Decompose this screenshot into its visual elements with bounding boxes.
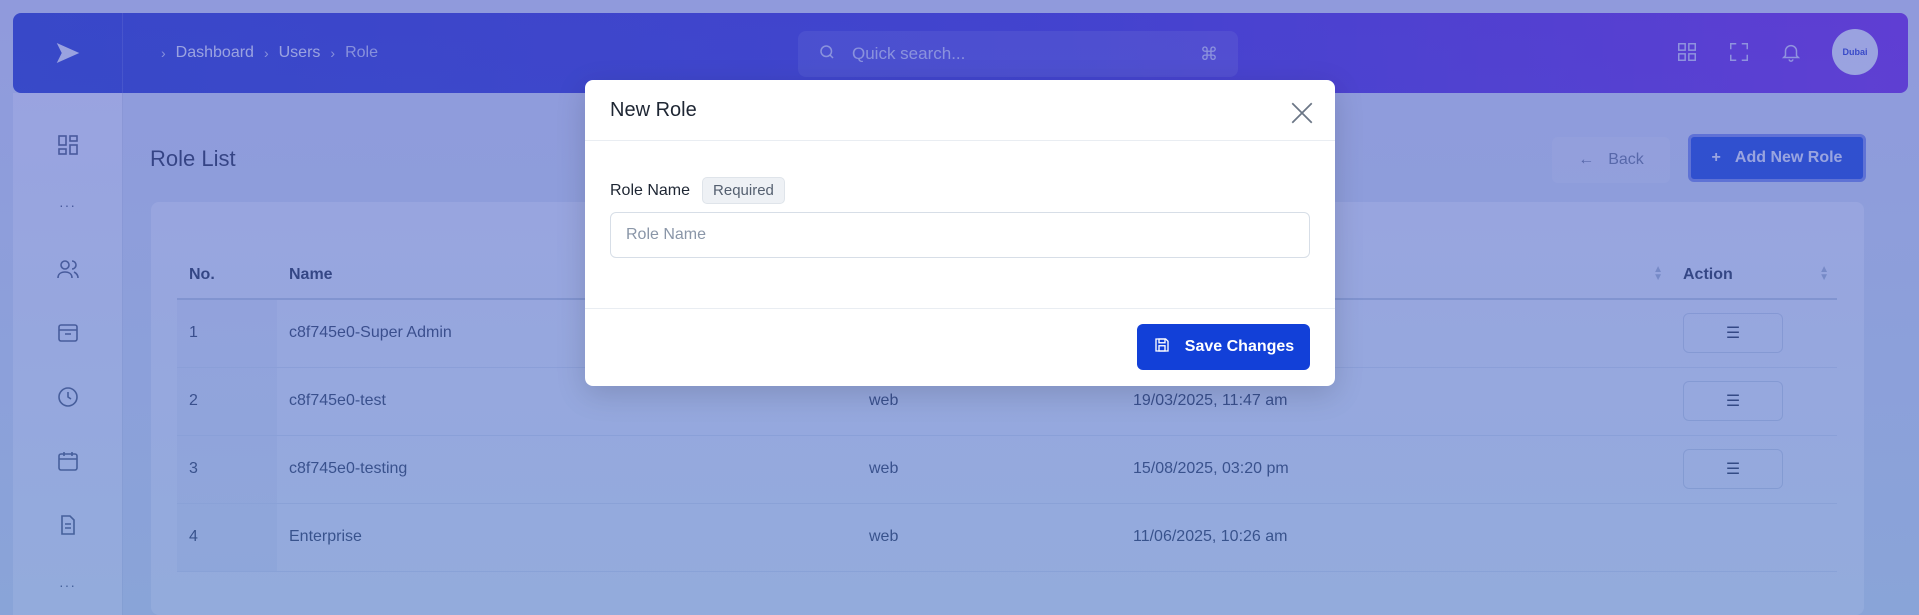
role-name-label: Role Name [610, 181, 691, 199]
role-name-input[interactable] [610, 212, 1310, 258]
modal-title: New Role [610, 98, 697, 121]
modal-header: New Role [585, 80, 1335, 141]
role-name-label-row: Role Name Required [610, 177, 785, 204]
save-label: Save Changes [1184, 338, 1295, 355]
new-role-modal: New Role Role Name Required Save Changes [585, 80, 1335, 386]
save-floppy-icon [1153, 336, 1171, 359]
save-changes-button[interactable]: Save Changes [1137, 324, 1310, 370]
modal-footer-divider [585, 308, 1335, 309]
required-badge: Required [702, 177, 785, 204]
close-icon[interactable] [1289, 100, 1315, 126]
